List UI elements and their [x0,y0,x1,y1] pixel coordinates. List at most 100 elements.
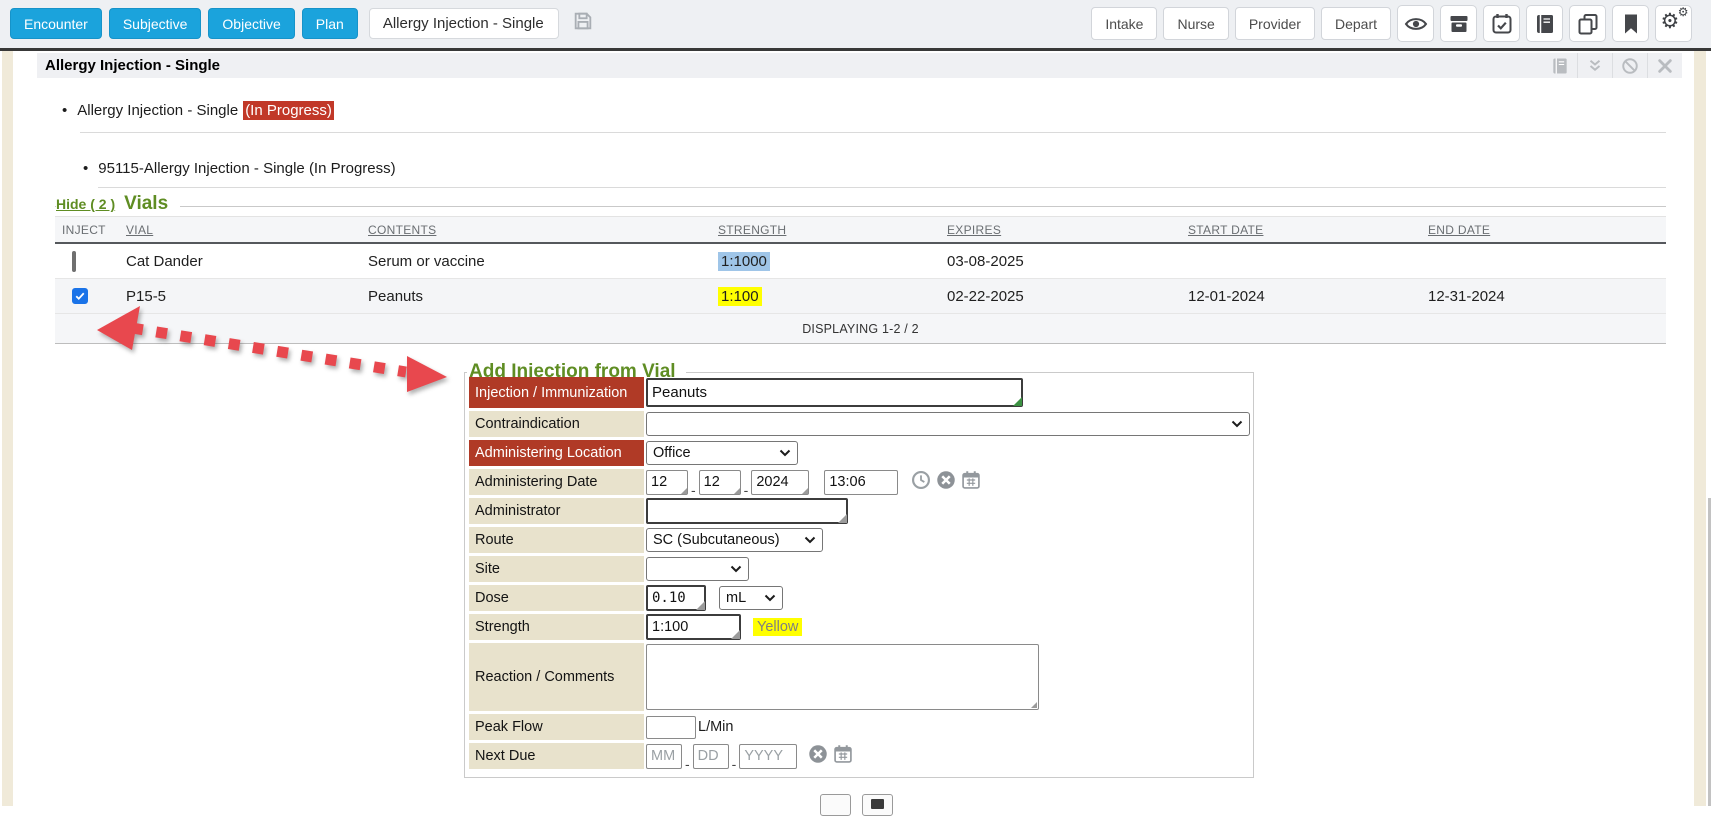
toolbar-divider [0,48,1711,51]
resize-corner[interactable] [1031,702,1037,708]
date-time-input[interactable] [824,470,898,495]
site-label: Site [469,556,644,582]
provider-button[interactable]: Provider [1235,7,1315,40]
next-due-label: Next Due [469,743,644,769]
date-separator: - [744,485,749,495]
route-select[interactable]: SC (Subcutaneous) [646,528,823,552]
resize-corner [681,488,687,494]
column-header-strength[interactable]: STRENGTH [711,223,940,237]
column-header-start-date[interactable]: START DATE [1181,223,1421,237]
resize-corner [734,488,740,494]
injection-label: Injection / Immunization [469,377,644,408]
next-due-year-input[interactable] [739,744,797,769]
collapse-chevrons-icon[interactable] [1577,53,1612,78]
contraindication-select[interactable] [646,412,1250,436]
application-window: Encounter Subjective Objective Plan Alle… [0,0,1711,806]
vials-legend: Hide ( 2 ) Vials [56,193,180,215]
strength-highlight-yellow: 1:100 [718,287,762,306]
column-header-contents[interactable]: CONTENTS [361,223,711,237]
book-icon[interactable] [1526,5,1563,42]
save-note-icon[interactable] [572,10,594,37]
depart-button[interactable]: Depart [1321,7,1391,40]
administering-location-select[interactable]: Office [646,441,798,465]
save-disk-icon [871,799,884,809]
injection-input[interactable] [646,378,1023,407]
left-margin-strip [2,51,13,806]
strength-color-note: Yellow [753,618,802,636]
date-separator: - [691,485,696,495]
vial-row-cat-dander: Cat Dander Serum or vaccine 1:1000 03-08… [55,244,1666,279]
encounter-button[interactable]: Encounter [10,8,102,39]
reaction-comments-textarea[interactable] [646,644,1039,710]
add-injection-fieldset: Add Injection from Vial Injection / Immu… [464,372,1254,778]
clock-icon[interactable] [911,470,931,495]
note-title-box[interactable]: Allergy Injection - Single [369,8,559,39]
nurse-button[interactable]: Nurse [1163,7,1228,40]
contents-cell: Serum or vaccine [361,253,711,270]
dose-label: Dose [469,585,644,611]
peak-flow-input[interactable] [646,716,696,739]
archive-box-icon[interactable] [1440,5,1477,42]
dose-unit-select[interactable]: mL [719,586,783,610]
calendar-picker-icon[interactable] [961,470,981,495]
close-icon[interactable] [1647,53,1682,78]
route-row: Route SC (Subcutaneous) [469,527,1250,553]
calendar-check-icon[interactable] [1483,5,1520,42]
panel-book-icon[interactable] [1542,53,1577,78]
status-item-2-text: 95115-Allergy Injection - Single (In Pro… [98,160,395,177]
eye-icon[interactable] [1397,5,1434,42]
bookmark-icon[interactable] [1612,5,1649,42]
administrator-row: Administrator [469,498,1250,524]
disable-slash-icon[interactable] [1612,53,1647,78]
clear-next-due-icon[interactable] [808,744,828,769]
panel-header: Allergy Injection - Single [37,53,1682,78]
administering-date-row: Administering Date - - [469,469,1250,495]
panel-header-icons [1542,53,1682,78]
dose-row: Dose mL [469,585,1250,611]
resize-corner[interactable] [1013,397,1022,406]
resize-corner[interactable] [696,601,705,610]
objective-button[interactable]: Objective [208,8,294,39]
contraindication-row: Contraindication [469,411,1250,437]
resize-corner[interactable] [838,514,847,523]
plan-button[interactable]: Plan [302,8,358,39]
next-due-day-input[interactable] [693,744,729,769]
date-icon-group [911,470,981,495]
next-due-row: Next Due - - [469,743,1250,769]
date-year-input[interactable] [751,470,809,495]
hide-vials-link[interactable]: Hide ( 2 ) [56,196,115,212]
column-header-vial[interactable]: VIAL [119,223,361,237]
resize-corner[interactable] [731,630,740,639]
column-header-end-date[interactable]: END DATE [1421,223,1666,237]
intake-button[interactable]: Intake [1091,7,1157,40]
next-due-calendar-icon[interactable] [833,744,853,769]
bottom-save-button[interactable] [862,794,893,816]
site-select[interactable] [646,557,749,581]
bottom-action-button[interactable] [820,794,851,816]
column-header-expires[interactable]: EXPIRES [940,223,1181,237]
column-header-inject: INJECT [55,223,119,237]
strength-highlight-blue: 1:1000 [718,252,770,271]
vials-fieldset-border [55,206,1666,207]
annotation-arrow [80,295,460,400]
contraindication-label: Contraindication [469,411,644,437]
start-date-cell: 12-01-2024 [1181,288,1421,305]
inject-checkbox-unchecked[interactable] [72,251,76,272]
clear-date-icon[interactable] [936,470,956,495]
settings-gears-icon[interactable]: ⚙⚙ [1655,5,1692,42]
vials-section-title: Vials [124,193,168,215]
administrator-input[interactable] [646,498,848,524]
next-due-icon-group [808,744,853,769]
strength-input[interactable] [646,614,741,640]
copy-pages-icon[interactable] [1569,5,1606,42]
vials-table-header: INJECT VIAL CONTENTS STRENGTH EXPIRES ST… [55,216,1666,244]
status-item-1: Allergy Injection - Single (In Progress) [62,101,334,120]
reaction-comments-row: Reaction / Comments [469,643,1250,711]
next-due-month-input[interactable] [646,744,682,769]
toolbar-right-group: Intake Nurse Provider Depart [1091,5,1692,42]
status-item-2: 95115-Allergy Injection - Single (In Pro… [83,160,396,177]
peak-flow-row: Peak Flow L/Min [469,714,1250,740]
subjective-button[interactable]: Subjective [109,8,202,39]
gear-glyphs: ⚙⚙ [1662,12,1686,36]
peak-flow-unit: L/Min [698,719,733,735]
